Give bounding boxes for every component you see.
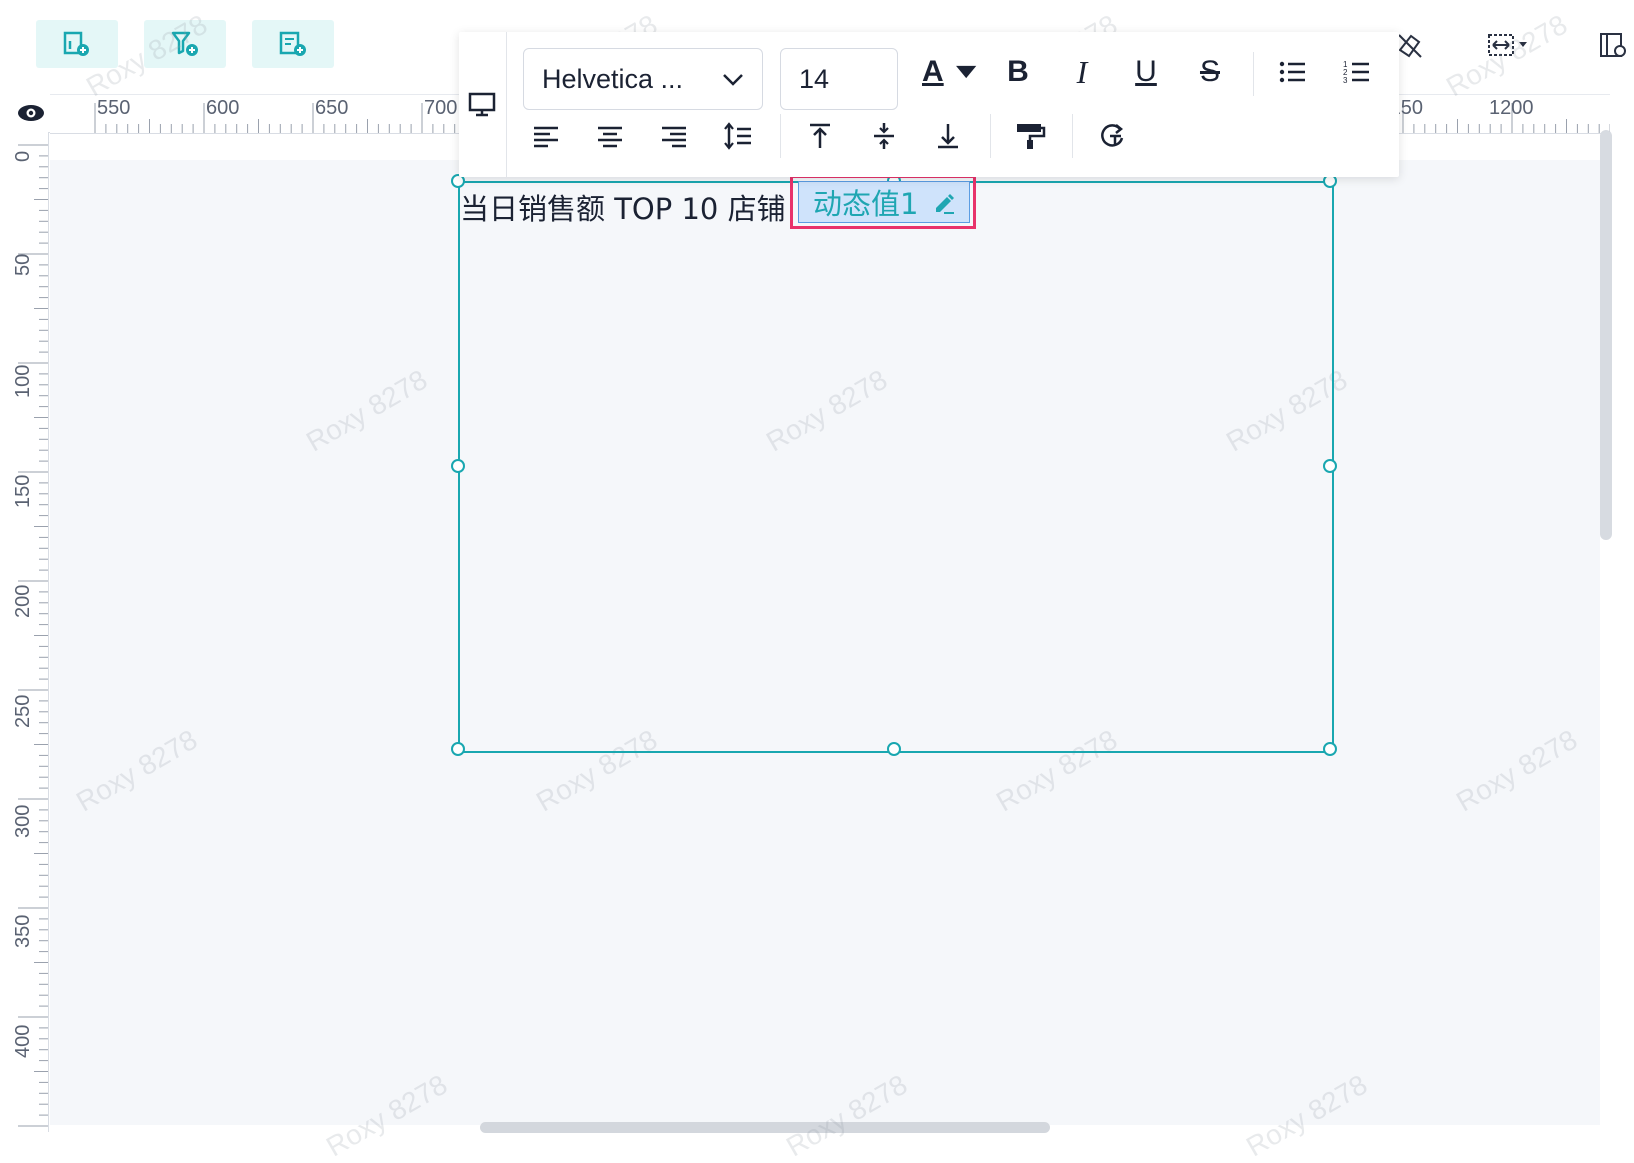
bold-icon: B: [1007, 55, 1029, 88]
format-painter-icon: [1017, 124, 1046, 149]
ruler-label: 0: [12, 150, 34, 162]
monitor-icon[interactable]: [464, 86, 500, 122]
add-table-button[interactable]: [252, 20, 334, 68]
divider: [1072, 114, 1073, 158]
valign-bottom-button[interactable]: [930, 118, 966, 154]
divider: [780, 114, 781, 158]
font-family-select[interactable]: Helvetica ...: [523, 48, 763, 110]
ruler-label: 100: [12, 364, 34, 398]
ruler-label: 550: [97, 97, 131, 119]
horizontal-scrollbar[interactable]: [480, 1122, 1050, 1133]
resize-handle-bottom-left[interactable]: [451, 742, 465, 756]
text-color-icon: A: [922, 55, 944, 88]
ruler-corner: [10, 94, 50, 133]
ruler-label: 400: [12, 1024, 34, 1058]
italic-button[interactable]: I: [1064, 54, 1100, 90]
format-painter-button[interactable]: [1012, 118, 1048, 154]
ruler-label: 250: [12, 694, 34, 728]
line-height-button[interactable]: [720, 118, 756, 154]
align-top-icon: [810, 123, 830, 148]
ruler-label: 50: [12, 253, 34, 276]
align-bottom-icon: [938, 124, 958, 149]
divider: [506, 32, 507, 177]
line-height-icon: [724, 122, 751, 150]
dynamic-value-highlight-frame: [790, 175, 976, 229]
align-right-button[interactable]: [656, 118, 692, 154]
resize-handle-bottom-right[interactable]: [1323, 742, 1337, 756]
chevron-down-icon: [723, 74, 743, 86]
eye-icon[interactable]: [10, 94, 50, 132]
divider: [990, 114, 991, 158]
ruler-label: 700: [424, 97, 458, 119]
resize-handle-left[interactable]: [451, 459, 465, 473]
valign-middle-button[interactable]: [866, 118, 902, 154]
valign-top-button[interactable]: [802, 118, 838, 154]
reset-format-button[interactable]: [1094, 118, 1130, 154]
svg-text:3: 3: [1343, 76, 1348, 85]
align-center-button[interactable]: [592, 118, 628, 154]
text-component-selection[interactable]: [458, 181, 1334, 753]
table-add-icon: [279, 31, 306, 56]
text-content[interactable]: 当日销售额 TOP 10 店铺: [460, 186, 786, 228]
resize-handle-bottom[interactable]: [887, 742, 901, 756]
layout-settings-icon[interactable]: [1598, 30, 1628, 65]
bold-button[interactable]: B: [1000, 54, 1036, 90]
font-size-input[interactable]: 14: [780, 48, 898, 110]
align-left-button[interactable]: [528, 118, 564, 154]
bullet-list-icon: [1279, 61, 1305, 83]
divider: [1253, 52, 1254, 96]
ruler-label: 200: [12, 584, 34, 618]
ruler-label: 300: [12, 804, 34, 838]
ruler-label: 150: [12, 474, 34, 508]
watermark: Roxy 8278: [1440, 8, 1573, 103]
ruler-label: 650: [315, 97, 349, 119]
caret-down-icon: [955, 65, 976, 79]
numbered-list-icon: 1 2 3: [1343, 60, 1369, 85]
underline-icon: U: [1135, 55, 1157, 88]
chart-add-icon: [63, 31, 89, 56]
strikethrough-icon: S: [1199, 55, 1220, 88]
clear-format-icon[interactable]: [1395, 30, 1425, 65]
resize-handle-right[interactable]: [1323, 459, 1337, 473]
align-center-icon: [598, 126, 622, 148]
ruler-label: 1200: [1489, 97, 1534, 119]
underline-button[interactable]: U: [1128, 54, 1164, 90]
numbered-list-button[interactable]: 1 2 3: [1339, 54, 1375, 90]
vertical-ruler: 0 50 100 150 200 250 300 350 400: [10, 132, 49, 1132]
ruler-label: 600: [206, 97, 240, 119]
strikethrough-button[interactable]: S: [1192, 54, 1228, 90]
reset-icon: [1101, 124, 1124, 147]
align-middle-icon: [874, 123, 894, 149]
align-left-icon: [534, 126, 558, 148]
font-family-value: Helvetica ...: [542, 63, 684, 94]
font-size-value: 14: [799, 63, 830, 94]
bullet-list-button[interactable]: [1275, 54, 1311, 90]
align-right-icon: [662, 126, 686, 148]
vertical-scrollbar[interactable]: [1600, 130, 1612, 540]
ruler-label: 350: [12, 914, 34, 948]
italic-icon: I: [1076, 53, 1088, 90]
text-color-button[interactable]: A: [922, 54, 980, 90]
